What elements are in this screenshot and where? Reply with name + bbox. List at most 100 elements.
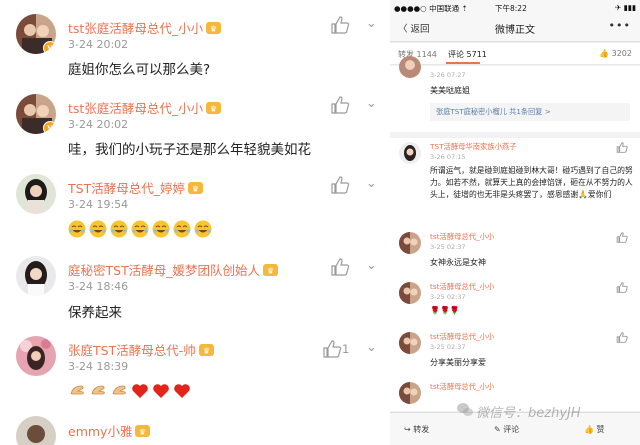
reply-summary-link[interactable]: 张庭TST庭秘密小榴儿 共1条回复 > (430, 103, 630, 121)
verified-badge-icon: v (43, 121, 56, 134)
comment-button[interactable]: ✎ 评论 (494, 424, 519, 435)
svg-text:♛: ♛ (210, 25, 217, 34)
chevron-down-icon[interactable]: ⌄ (366, 16, 380, 32)
comment-time: 3-25 02:37 (430, 293, 466, 301)
comment-item: 庭秘密TST活酵母_媛梦团队创始人 ♛ 3-24 18:46 保养起来 ⌄ (0, 246, 388, 332)
thumbs-up-icon[interactable] (616, 232, 628, 243)
commenter-name[interactable]: 庭秘密TST活酵母_媛梦团队创始人 ♛ (68, 260, 278, 279)
laughing-face-icon (89, 220, 107, 237)
crown-icon: ♛ (206, 102, 222, 114)
active-tab-indicator (446, 62, 480, 64)
repost-button[interactable]: ↪ 转发 (404, 424, 429, 435)
commenter-name[interactable]: tst活酵母总代_小小 (430, 332, 494, 342)
crown-icon: ♛ (187, 182, 203, 194)
comment-text: 庭姐你怎么可以那么美? (68, 62, 211, 78)
commenter-name[interactable]: tst活酵母总代_小小 (430, 232, 494, 242)
avatar[interactable] (16, 256, 56, 296)
commenter-name[interactable]: tst张庭活酵母总代_小小 ♛ (68, 18, 222, 37)
laughing-face-icon (68, 220, 86, 237)
comment-text: 分享美丽分享爱 (430, 358, 486, 367)
tab-likes[interactable]: 👍 3202 (599, 49, 632, 58)
comment-time: 3-25 02:37 (430, 243, 466, 251)
svg-text:♛: ♛ (210, 105, 217, 114)
comment-text: 女神永远是女神 (430, 258, 486, 267)
thumbs-up-icon[interactable] (322, 340, 342, 358)
commenter-name[interactable]: 张庭TST活酵母总代-帅 ♛ (68, 340, 214, 359)
comment-item: 3-26 07:27 美美哒庭姐 张庭TST庭秘密小榴儿 共1条回复 > (390, 56, 640, 132)
red-heart-icon (174, 383, 190, 398)
chevron-down-icon[interactable]: ⌄ (366, 340, 380, 356)
avatar[interactable] (399, 232, 421, 254)
laughing-face-icon (152, 220, 170, 237)
nav-bar: 〈 返回 微博正文 ••• (390, 14, 640, 42)
crown-icon: ♛ (135, 425, 151, 437)
thumbs-up-icon[interactable] (330, 16, 350, 34)
commenter-name[interactable]: tst张庭活酵母总代_小小 ♛ (68, 98, 222, 117)
comment-time: 3-24 18:46 (68, 280, 129, 293)
like-button[interactable]: 👍 赞 (584, 424, 605, 435)
clapping-hands-icon (70, 385, 84, 394)
avatar[interactable]: v (16, 94, 56, 134)
more-options-icon[interactable]: ••• (609, 19, 631, 32)
svg-text:♛: ♛ (192, 185, 199, 194)
avatar[interactable]: v (16, 14, 56, 54)
avatar[interactable] (399, 56, 421, 78)
clapping-hands-icon (112, 385, 126, 394)
comment-time: 3-24 20:02 (68, 38, 129, 51)
commenter-name[interactable]: TST活酵母华南家族小燕子 (430, 142, 517, 152)
chevron-down-icon[interactable]: ⌄ (366, 176, 380, 192)
clock-label: 下午8:22 (495, 4, 527, 13)
thumbs-up-icon[interactable] (330, 176, 350, 194)
comment-item: tst活酵母总代_小小 3-25 02:37 分享美丽分享爱 (390, 326, 640, 376)
chevron-down-icon[interactable]: ⌄ (366, 258, 380, 274)
crown-icon: ♛ (262, 264, 278, 276)
comment-time: 3-26 07:27 (430, 71, 466, 79)
emoji-row (68, 218, 215, 238)
comment-list-left: v tst张庭活酵母总代_小小 ♛ 3-24 20:02 庭姐你怎么可以那么美? … (0, 0, 388, 445)
thumbs-up-icon[interactable] (616, 282, 628, 293)
comment-time: 3-24 19:54 (68, 198, 129, 211)
tab-comments[interactable]: 评论 5711 (448, 49, 487, 60)
verified-badge-icon: v (43, 41, 56, 54)
commenter-name[interactable]: TST活酵母总代_婷婷 ♛ (68, 178, 203, 197)
comment-item: tst活酵母总代_小小 3-25 02:37 🌹🌹🌹 (390, 276, 640, 326)
avatar[interactable] (399, 332, 421, 354)
crown-icon: ♛ (198, 344, 214, 356)
avatar[interactable] (399, 282, 421, 304)
comment-time: 3-24 20:02 (68, 118, 129, 131)
commenter-name[interactable]: tst活酵母总代_小小 (430, 382, 494, 392)
comment-item: emmy小雅 ♛ (0, 412, 388, 445)
comment-time: 3-26 07:15 (430, 153, 466, 161)
laughing-face-icon (110, 220, 128, 237)
avatar[interactable] (399, 382, 421, 404)
commenter-name[interactable]: emmy小雅 ♛ (68, 421, 151, 440)
comment-text: 所谓运气，就是碰到庭姐碰到林大哥！碰巧遇到了自己的努力。如若不然，就算天上真的会… (430, 166, 633, 199)
laughing-face-icon (194, 220, 212, 237)
carrier-label: ●●●●○ 中国联通 ⇡ (394, 4, 468, 13)
thumbs-up-icon[interactable] (616, 332, 628, 343)
comment-feed: 3-26 07:27 美美哒庭姐 张庭TST庭秘密小榴儿 共1条回复 > TST… (390, 56, 640, 411)
weibo-detail-phone: ●●●●○ 中国联通 ⇡ 下午8:22 ✈ ▮▮▮ 〈 返回 微博正文 ••• … (390, 0, 640, 445)
thumbs-up-icon[interactable] (330, 258, 350, 276)
red-heart-icon (153, 383, 169, 398)
red-heart-icon (132, 383, 148, 398)
thumbs-up-icon[interactable] (330, 96, 350, 114)
avatar[interactable] (16, 174, 56, 214)
crown-icon: ♛ (206, 22, 222, 34)
avatar[interactable] (16, 336, 56, 376)
avatar[interactable] (16, 416, 56, 445)
comment-text: 美美哒庭姐 (430, 86, 470, 95)
emoji-row (68, 380, 194, 400)
commenter-name[interactable]: tst活酵母总代_小小 (430, 282, 494, 292)
avatar[interactable] (399, 142, 421, 164)
clapping-hands-icon (91, 385, 105, 394)
thumbs-up-icon[interactable] (616, 142, 628, 153)
like-count: 1 (342, 342, 350, 356)
comment-item: 张庭TST活酵母总代-帅 ♛ 3-24 18:39 1 ⌄ (0, 332, 388, 412)
comment-text: 保养起来 (68, 305, 122, 321)
wechat-logo-icon (457, 403, 473, 416)
tab-bar: 转发 1144 评论 5711 👍 3202 (390, 43, 640, 65)
comment-item: v tst张庭活酵母总代_小小 ♛ 3-24 20:02 庭姐你怎么可以那么美? … (0, 0, 388, 80)
page-title: 微博正文 (495, 25, 535, 36)
chevron-down-icon[interactable]: ⌄ (366, 96, 380, 112)
